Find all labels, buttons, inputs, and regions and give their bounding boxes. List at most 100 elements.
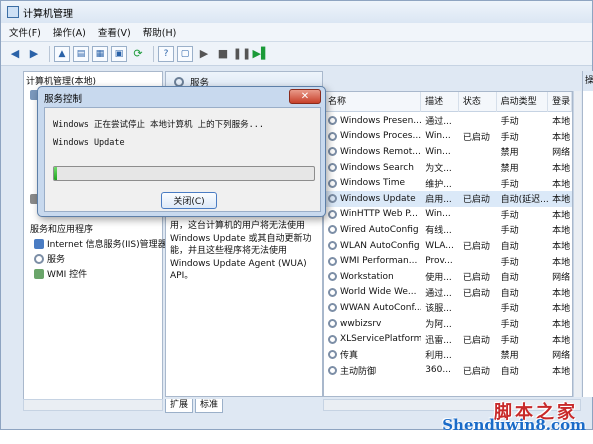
service-logon: 本地 xyxy=(552,179,571,190)
table-row[interactable]: Windows Update 启用... 已启动 自动(延迟... 本地 xyxy=(324,190,572,207)
table-row[interactable]: XLServicePlatform 迅雷... 已启动 手动 本地 xyxy=(324,331,572,347)
col-status[interactable]: 状态 xyxy=(459,92,497,112)
service-rows: Windows Presen... 通过... 手动 本地 Windows Proces… xyxy=(324,113,572,378)
service-startup: 自动(延迟... xyxy=(500,195,549,206)
up-folder-icon[interactable]: ▲ xyxy=(54,45,70,62)
dialog-body: Windows 正在尝试停止 本地计算机 上的下列服务... Windows U… xyxy=(44,107,321,212)
gear-icon xyxy=(328,116,337,126)
menu-file[interactable]: 文件(F) xyxy=(9,25,41,39)
gear-icon xyxy=(328,256,337,266)
service-startup: 手动 xyxy=(500,210,519,221)
service-name: 主动防御 xyxy=(340,366,377,377)
table-row[interactable]: WMI Performan... Prov... 手动 本地 xyxy=(324,253,572,269)
table-row[interactable]: Wired AutoConfig 有线... 手动 本地 xyxy=(324,222,572,238)
table-row[interactable]: Windows Presen... 通过... 手动 本地 xyxy=(324,113,572,129)
service-status: 已启动 xyxy=(462,132,490,143)
tree-item-services-apps[interactable]: 服务和应用程序 xyxy=(30,222,93,235)
service-name: Windows Search xyxy=(340,162,414,173)
service-desc: 通过... xyxy=(425,117,452,128)
menu-help[interactable]: 帮助(H) xyxy=(143,25,177,39)
service-startup: 手动 xyxy=(500,257,519,268)
close-button[interactable]: 关闭(C) xyxy=(161,192,217,209)
view-tabs: 扩展 标准 xyxy=(165,399,325,413)
table-row[interactable]: 传真 利用... 禁用 网络 xyxy=(324,347,572,363)
title-bar: 计算机管理 xyxy=(1,1,592,23)
service-status: 已启动 xyxy=(462,288,490,299)
table-row[interactable]: WWAN AutoConf... 该服... 手动 本地 xyxy=(324,300,572,316)
service-startup: 手动 xyxy=(500,117,519,128)
export-icon[interactable]: ▦ xyxy=(92,45,108,62)
properties-icon[interactable]: ▣ xyxy=(111,45,127,62)
table-row[interactable]: Workstation 使用... 已启动 自动 网络 xyxy=(324,269,572,285)
table-row[interactable]: WLAN AutoConfig WLA... 已启动 自动 本地 xyxy=(324,238,572,254)
service-status: 已启动 xyxy=(462,273,490,284)
actions-pane: 操 xyxy=(582,71,593,397)
col-desc[interactable]: 描述 xyxy=(421,92,459,112)
service-desc: 通过... xyxy=(425,288,452,299)
gear-icon xyxy=(328,319,337,329)
tree-item-services[interactable]: 服务 xyxy=(34,252,65,265)
show-tree-icon[interactable]: ▤ xyxy=(73,45,89,62)
service-name: XLServicePlatform xyxy=(340,334,422,345)
wmi-icon xyxy=(34,268,44,279)
table-row[interactable]: Windows Remot... Win... 禁用 网络 xyxy=(324,144,572,160)
table-row[interactable]: Windows Search 为文... 禁用 本地 xyxy=(324,160,572,176)
service-startup: 自动 xyxy=(500,366,519,377)
help-icon[interactable]: ? xyxy=(158,45,174,62)
service-logon: 本地 xyxy=(552,132,571,143)
service-desc: Win... xyxy=(425,131,451,142)
tree-horizontal-scrollbar[interactable] xyxy=(23,399,163,411)
table-row[interactable]: Windows Proces... Win... 已启动 手动 本地 xyxy=(324,129,572,145)
gear-icon xyxy=(328,334,337,344)
dialog-message: Windows 正在尝试停止 本地计算机 上的下列服务... xyxy=(53,120,265,130)
menu-view[interactable]: 查看(V) xyxy=(98,25,131,39)
service-startup: 手动 xyxy=(500,304,519,315)
service-logon: 本地 xyxy=(552,117,571,128)
iis-icon xyxy=(34,238,44,249)
refresh-icon[interactable]: ⟳ xyxy=(130,46,146,62)
table-row[interactable]: Windows Time 维护... 手动 本地 xyxy=(324,175,572,191)
view-icon[interactable]: ▢ xyxy=(177,45,193,62)
service-startup: 手动 xyxy=(500,132,519,143)
restart-icon[interactable]: ▶▌ xyxy=(253,46,270,62)
table-row[interactable]: wwbizsrv 为阿... 手动 本地 xyxy=(324,316,572,332)
service-desc: 迅雷... xyxy=(425,335,452,346)
col-name[interactable]: 名称 xyxy=(324,92,422,112)
service-startup: 手动 xyxy=(500,226,519,237)
forward-arrow-icon[interactable]: ▶ xyxy=(26,46,42,62)
service-startup: 手动 xyxy=(500,320,519,331)
gear-icon xyxy=(174,76,184,87)
table-row[interactable]: World Wide We... 通过... 已启动 自动 本地 xyxy=(324,285,572,301)
service-name: WWAN AutoConf... xyxy=(340,302,422,313)
service-name: 传真 xyxy=(340,351,359,362)
service-desc: 该服... xyxy=(425,304,452,315)
gear-icon xyxy=(328,303,337,313)
gear-icon xyxy=(328,147,337,157)
service-logon: 本地 xyxy=(552,242,571,253)
pause-icon[interactable]: ❚❚ xyxy=(233,46,251,62)
service-desc: 维护... xyxy=(425,179,452,190)
service-status: 已启动 xyxy=(462,195,490,206)
gear-icon xyxy=(328,287,337,297)
table-row[interactable]: WinHTTP Web P... Win... 手动 本地 xyxy=(324,207,572,223)
tree-item-wmi[interactable]: WMI 控件 xyxy=(34,267,87,280)
service-desc: 启用... xyxy=(425,195,452,206)
tree-item-iis[interactable]: Internet 信息服务(IIS)管理器 xyxy=(34,237,167,250)
tab-standard[interactable]: 标准 xyxy=(195,399,224,413)
progress-fill xyxy=(54,167,57,180)
vertical-scrollbar[interactable] xyxy=(573,91,581,397)
table-row[interactable]: 主动防御 360... 已启动 自动 本地 xyxy=(324,363,572,379)
stop-icon[interactable]: ■ xyxy=(215,46,231,62)
col-startup[interactable]: 启动类型 xyxy=(497,92,549,112)
back-arrow-icon[interactable]: ◀ xyxy=(7,46,23,62)
menu-action[interactable]: 操作(A) xyxy=(53,25,86,39)
service-status: 已启动 xyxy=(462,366,490,377)
gear-icon xyxy=(328,131,337,141)
tab-extended[interactable]: 扩展 xyxy=(165,399,194,413)
list-header: 名称 描述 状态 启动类型 登录 xyxy=(324,92,572,112)
play-icon[interactable]: ▶ xyxy=(196,46,212,62)
service-logon: 本地 xyxy=(552,320,571,331)
close-icon[interactable]: ✕ xyxy=(289,89,321,104)
service-logon: 网络 xyxy=(552,148,571,159)
col-logon[interactable]: 登录 xyxy=(548,92,572,112)
